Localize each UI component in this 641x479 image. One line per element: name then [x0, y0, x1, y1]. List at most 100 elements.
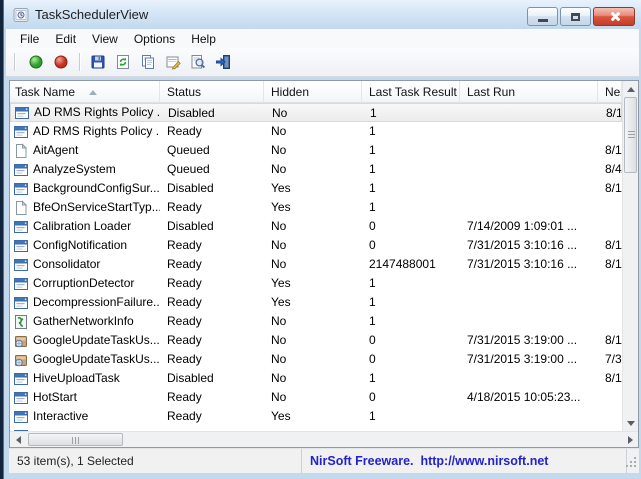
hidden-cell: No: [264, 217, 362, 236]
toolbar-stop-task-button[interactable]: [49, 50, 73, 74]
toolbar-refresh-button[interactable]: [111, 50, 135, 74]
last-run-cell: [460, 407, 598, 426]
horizontal-scrollbar-thumb[interactable]: [28, 433, 123, 446]
column-header-last-task-result[interactable]: Last Task Result: [362, 81, 460, 103]
task-row[interactable]: Calibration LoaderDisabledNo07/14/2009 1…: [10, 217, 622, 236]
exit-icon: [215, 54, 231, 70]
title-bar[interactable]: TaskSchedulerView: [4, 0, 641, 29]
next-run-cell: [598, 388, 622, 407]
next-run-cell: 8/1/20: [598, 236, 622, 255]
last-run-cell: 7/31/2015 3:19:00 ...: [460, 350, 598, 369]
google-update-icon: [13, 352, 29, 368]
app-window-icon: [14, 105, 30, 121]
maximize-button[interactable]: [560, 7, 591, 26]
column-header-hidden[interactable]: Hidden: [264, 81, 362, 103]
menu-edit[interactable]: Edit: [47, 29, 84, 48]
task-name-cell: Interactive: [10, 407, 160, 426]
window-title: TaskSchedulerView: [35, 7, 148, 22]
last-run-cell: [460, 179, 598, 198]
status-cell: Queued: [160, 160, 264, 179]
toolbar-find-button[interactable]: [186, 50, 210, 74]
app-window-icon: [13, 295, 29, 311]
task-row[interactable]: InteractiveReadyYes1: [10, 407, 622, 426]
task-row[interactable]: BfeOnServiceStartTyp...ReadyYes1: [10, 198, 622, 217]
column-header-row: Task Name Status HiddenLast Task ResultLas…: [10, 81, 622, 103]
status-cell: Ready: [160, 312, 264, 331]
task-row[interactable]: AitAgentQueuedNo18/1/20: [10, 141, 622, 160]
task-row[interactable]: ConfigNotificationReadyNo07/31/2015 3:10…: [10, 236, 622, 255]
hidden-cell: No: [264, 160, 362, 179]
task-row[interactable]: ConsolidatorReadyNo21474880017/31/2015 3…: [10, 255, 622, 274]
scroll-right-button[interactable]: [622, 432, 638, 448]
vertical-scrollbar[interactable]: [622, 81, 638, 431]
column-header-label: Status: [167, 82, 201, 103]
scroll-up-button[interactable]: [623, 81, 639, 97]
sort-ascending-icon: [89, 90, 97, 95]
toolbar-exit-button[interactable]: [211, 50, 235, 74]
last-task-result-cell: 1: [362, 293, 460, 312]
task-list: Task Name Status HiddenLast Task ResultLas…: [9, 80, 639, 448]
task-row[interactable]: HotStartReadyNo04/18/2015 10:05:23...: [10, 388, 622, 407]
toolbar-properties-button[interactable]: [161, 50, 185, 74]
vertical-scrollbar-thumb[interactable]: [624, 97, 637, 173]
task-row[interactable]: AnalyzeSystemQueuedNo18/4/20: [10, 160, 622, 179]
last-run-cell: [460, 198, 598, 217]
document-icon: [13, 200, 29, 216]
menu-help[interactable]: Help: [183, 29, 224, 48]
column-header-last-run[interactable]: Last Run: [460, 81, 598, 103]
hidden-cell: Yes: [264, 274, 362, 293]
task-row[interactable]: GoogleUpdateTaskUs...ReadyNo07/31/2015 3…: [10, 350, 622, 369]
task-row[interactable]: BackgroundConfigSur...DisabledYes18/1/20: [10, 179, 622, 198]
task-row[interactable]: HiveUploadTaskDisabledNo18/1/20: [10, 369, 622, 388]
task-name-cell: ConfigNotification: [10, 236, 160, 255]
app-window-icon: [13, 124, 29, 140]
arrow-left-icon: [16, 436, 21, 444]
task-row[interactable]: GatherNetworkInfoReadyNo1: [10, 312, 622, 331]
column-header-next-run[interactable]: Next Run: [598, 81, 622, 103]
last-task-result-cell: 1: [362, 274, 460, 293]
task-row[interactable]: CorruptionDetectorReadyYes1: [10, 274, 622, 293]
task-row[interactable]: AD RMS Rights Policy ...DisabledNo18/1/2…: [10, 103, 622, 122]
task-name-cell: HiveUploadTask: [10, 369, 160, 388]
task-name-text: CorruptionDetector: [33, 274, 134, 293]
hidden-cell: No: [264, 388, 362, 407]
task-name-cell: CorruptionDetector: [10, 274, 160, 293]
copy-icon: [140, 54, 156, 70]
app-window-icon: [13, 238, 29, 254]
nirsoft-link[interactable]: NirSoft Freeware. http://www.nirsoft.net: [310, 454, 548, 468]
task-name-text: AnalyzeSystem: [33, 160, 116, 179]
menu-file[interactable]: File: [12, 29, 47, 48]
task-rows: AD RMS Rights Policy ...DisabledNo18/1/2…: [10, 103, 622, 431]
task-row[interactable]: DecompressionFailure...ReadyYes1: [10, 293, 622, 312]
hidden-cell: No: [264, 255, 362, 274]
menu-options[interactable]: Options: [126, 29, 183, 48]
resize-grip[interactable]: [624, 457, 636, 469]
scroll-down-button[interactable]: [623, 415, 639, 431]
task-name-cell: AD RMS Rights Policy ...: [11, 104, 161, 121]
app-window-icon: [13, 390, 29, 406]
app-window-icon: [13, 276, 29, 292]
close-button[interactable]: [593, 7, 635, 26]
task-name-text: Calibration Loader: [33, 217, 131, 236]
column-header-label: Next Run: [605, 82, 622, 103]
last-task-result-cell: 1: [362, 407, 460, 426]
column-header-status[interactable]: Status: [160, 81, 264, 103]
horizontal-scrollbar[interactable]: [10, 431, 638, 447]
toolbar-run-task-button[interactable]: [24, 50, 48, 74]
menu-view[interactable]: View: [84, 29, 126, 48]
toolbar-save-button[interactable]: [86, 50, 110, 74]
close-icon: [609, 11, 620, 22]
task-name-text: AD RMS Rights Policy ...: [33, 122, 160, 141]
toolbar-gripper[interactable]: [14, 53, 16, 71]
last-task-result-cell: 2147488001: [362, 255, 460, 274]
task-row[interactable]: AD RMS Rights Policy ...ReadyNo1: [10, 122, 622, 141]
status-items-panel: 53 item(s), 1 Selected: [9, 449, 302, 473]
hidden-cell: No: [264, 236, 362, 255]
minimize-button[interactable]: [527, 7, 558, 26]
thumb-grip-icon: [72, 437, 73, 444]
task-row[interactable]: GoogleUpdateTaskUs...ReadyNo07/31/2015 3…: [10, 331, 622, 350]
column-header-task-name[interactable]: Task Name: [10, 81, 160, 103]
scroll-left-button[interactable]: [10, 432, 26, 448]
toolbar-copy-button[interactable]: [136, 50, 160, 74]
maximize-icon: [571, 13, 580, 21]
